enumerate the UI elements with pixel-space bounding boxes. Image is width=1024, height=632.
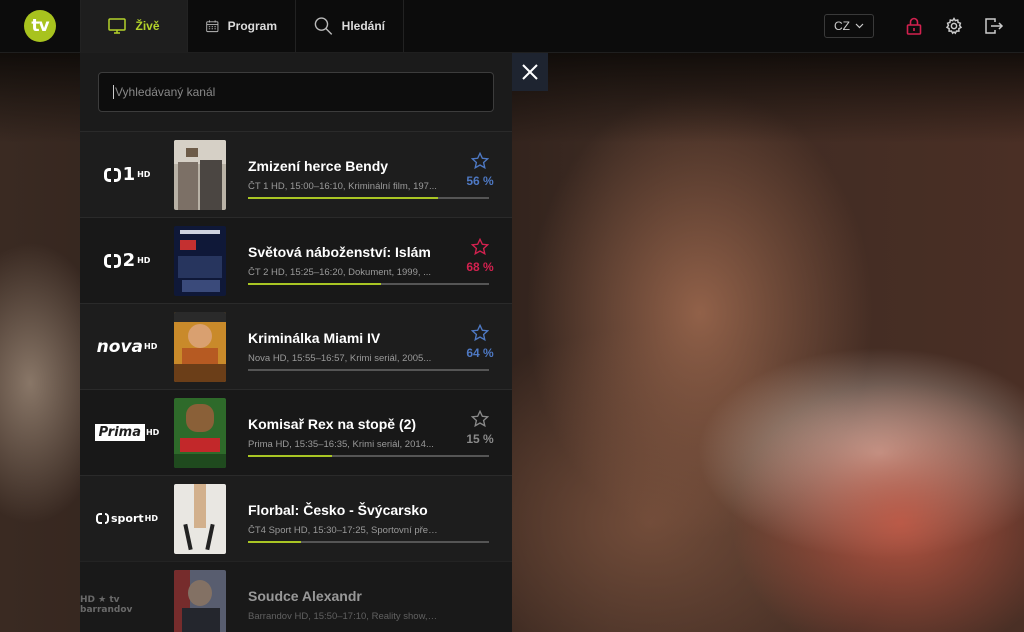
program-progress	[248, 197, 489, 199]
rating[interactable]: 68 %	[450, 237, 510, 276]
language-value: CZ	[834, 19, 850, 33]
logout-button[interactable]	[974, 6, 1014, 46]
language-select[interactable]: CZ	[824, 14, 874, 38]
channel-logo-prima: Prima HD	[80, 424, 174, 441]
program-title: Komisař Rex na stopě (2)	[248, 415, 417, 432]
rating-value: 64 %	[466, 345, 494, 360]
channel-row[interactable]: 1 HD Zmizení herce Bendy ČT 1 HD, 15:00–1…	[80, 131, 512, 217]
star-icon	[471, 237, 489, 255]
program-thumbnail	[174, 311, 226, 382]
program-thumbnail	[174, 225, 226, 296]
rating-value: 15 %	[466, 431, 494, 446]
program-progress	[248, 541, 489, 543]
channel-logo-barrandov: HD ★ tv barrandov	[80, 594, 133, 615]
rating[interactable]: 56 %	[450, 151, 510, 190]
star-icon	[471, 409, 489, 427]
channel-logo-ct-sport: sport HD	[80, 512, 174, 526]
channel-logo-ct2: 2 HD	[80, 250, 174, 271]
program-info: Světová náboženství: Islám ČT 2 HD, 15:2…	[248, 244, 438, 278]
rating[interactable]: 15 %	[450, 409, 510, 448]
parental-lock-button[interactable]	[894, 6, 934, 46]
topbar-actions: CZ	[824, 0, 1024, 52]
search-icon	[314, 17, 333, 35]
program-info: Florbal: Česko - Švýcarsko ČT4 Sport HD,…	[248, 502, 438, 536]
calendar-icon	[206, 20, 219, 33]
channel-search-box[interactable]	[98, 72, 494, 112]
channel-row[interactable]: sport HD Florbal: Česko - Švýcarsko ČT4 S…	[80, 475, 512, 561]
program-meta: Nova HD, 15:55–16:57, Krimi seriál, 2005…	[248, 352, 432, 364]
tab-search[interactable]: Hledání	[296, 0, 404, 52]
tab-program-label: Program	[227, 19, 277, 33]
logo-area[interactable]: tv	[0, 0, 80, 52]
program-meta: Barrandov HD, 15:50–17:10, Reality show,…	[248, 610, 438, 622]
program-thumbnail	[174, 569, 226, 632]
tv-logo[interactable]: tv	[24, 10, 56, 42]
program-meta: ČT4 Sport HD, 15:30–17:25, Sportovní pře…	[248, 524, 438, 536]
program-progress	[248, 283, 489, 285]
rating-value: 68 %	[466, 259, 494, 274]
logout-icon	[985, 18, 1004, 34]
text-caret	[113, 85, 114, 99]
program-thumbnail	[174, 139, 226, 210]
program-thumbnail	[174, 483, 226, 554]
rating-value: 56 %	[466, 173, 494, 188]
program-meta: ČT 1 HD, 15:00–16:10, Kriminální film, 1…	[248, 180, 437, 192]
close-icon	[522, 64, 538, 80]
channel-row[interactable]: HD ★ tv barrandov Soudce Alexandr Barran…	[80, 561, 512, 632]
close-panel-button[interactable]	[512, 53, 548, 91]
program-progress	[248, 369, 489, 371]
program-progress	[248, 455, 489, 457]
rating[interactable]: 64 %	[450, 323, 510, 362]
program-info: Kriminálka Miami IV Nova HD, 15:55–16:57…	[248, 330, 438, 364]
gear-icon	[945, 17, 963, 35]
channel-row[interactable]: Prima HD Komisař Rex na stopě (2) Prima H…	[80, 389, 512, 475]
tab-search-label: Hledání	[341, 19, 385, 33]
program-title: Florbal: Česko - Švýcarsko	[248, 501, 428, 518]
program-info: Komisař Rex na stopě (2) Prima HD, 15:35…	[248, 416, 438, 450]
program-info: Soudce Alexandr Barrandov HD, 15:50–17:1…	[248, 588, 438, 622]
channel-row[interactable]: 2 HD Světová náboženství: Islám ČT 2 HD, …	[80, 217, 512, 303]
channel-list: 1 HD Zmizení herce Bendy ČT 1 HD, 15:00–1…	[80, 131, 512, 632]
program-meta: ČT 2 HD, 15:25–16:20, Dokument, 1999, ..…	[248, 266, 432, 278]
tab-program[interactable]: Program	[188, 0, 296, 52]
tv-icon	[108, 18, 127, 34]
program-info: Zmizení herce Bendy ČT 1 HD, 15:00–16:10…	[248, 158, 438, 192]
chevron-down-icon	[855, 23, 864, 29]
tab-live-label: Živě	[135, 19, 160, 33]
program-title: Kriminálka Miami IV	[248, 329, 381, 346]
lock-icon	[906, 17, 922, 35]
channel-logo-nova: nova HD	[96, 336, 158, 357]
program-title: Světová náboženství: Islám	[248, 243, 431, 260]
star-icon	[471, 323, 489, 341]
top-bar: tv Živě Program Hledání CZ	[0, 0, 1024, 53]
program-meta: Prima HD, 15:35–16:35, Krimi seriál, 201…	[248, 438, 434, 450]
program-thumbnail	[174, 397, 226, 468]
program-title: Zmizení herce Bendy	[248, 157, 389, 174]
program-title: Soudce Alexandr	[248, 587, 362, 604]
channel-panel: 1HD Zmizení herce Bendy ČT 1 HD, 15:00–1…	[80, 53, 512, 632]
star-icon	[471, 151, 489, 169]
channel-search-input[interactable]	[115, 85, 479, 99]
channel-row[interactable]: nova HD Kriminálka Miami IV Nova HD, 15:5…	[80, 303, 512, 389]
settings-button[interactable]	[934, 6, 974, 46]
channel-logo-ct1: 1 HD	[80, 164, 174, 185]
tab-live[interactable]: Živě	[80, 0, 188, 52]
